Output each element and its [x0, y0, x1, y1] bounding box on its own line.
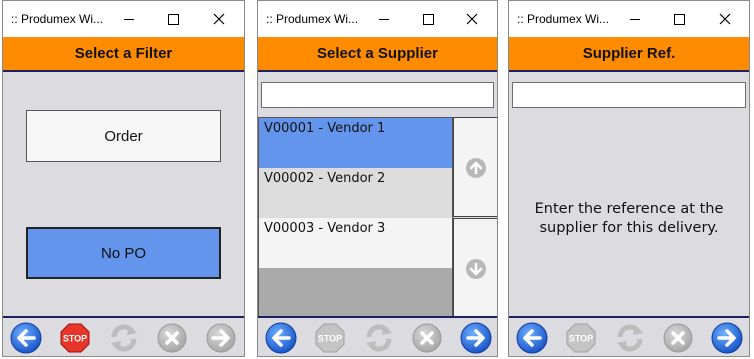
screen-title: Supplier Ref.	[582, 45, 676, 62]
stop-button[interactable]: STOP	[58, 321, 92, 355]
maximize-button[interactable]	[669, 9, 689, 29]
close-button[interactable]	[715, 9, 735, 29]
back-button[interactable]	[264, 321, 298, 355]
window-select-filter: :: Produmex Wi... Select a Filter Order …	[2, 0, 245, 357]
forward-button[interactable]	[459, 321, 493, 355]
svg-text:STOP: STOP	[318, 334, 342, 344]
stop-icon: STOP	[315, 323, 345, 353]
scroll-down-button[interactable]	[453, 218, 497, 318]
window-supplier-ref: :: Produmex Wi... Supplier Ref. Enter th…	[508, 0, 750, 357]
cancel-button[interactable]	[410, 321, 444, 355]
forward-button[interactable]	[710, 321, 744, 355]
refresh-button[interactable]	[362, 321, 396, 355]
refresh-icon	[617, 324, 643, 352]
back-button[interactable]	[515, 321, 549, 355]
bottom-toolbar: STOP	[509, 316, 749, 356]
filter-panel: Order No PO	[3, 72, 244, 316]
back-arrow-icon	[516, 322, 548, 354]
back-button[interactable]	[9, 321, 43, 355]
bottom-toolbar: STOP	[3, 316, 244, 356]
instruction-text: Enter the reference at the supplier for …	[534, 201, 724, 236]
cancel-button[interactable]	[155, 321, 189, 355]
screen-title: Select a Supplier	[317, 45, 438, 62]
window-title: :: Produmex Wi...	[266, 12, 359, 26]
refresh-button[interactable]	[107, 321, 141, 355]
stop-icon: STOP	[566, 323, 596, 353]
svg-text:STOP: STOP	[63, 334, 87, 344]
list-item[interactable]: V00003 - Vendor 3	[259, 218, 452, 268]
close-icon	[719, 13, 731, 25]
screen-header: Select a Filter	[3, 37, 244, 72]
cancel-icon	[157, 323, 187, 353]
refresh-button[interactable]	[613, 321, 647, 355]
list-item[interactable]: V00001 - Vendor 1	[259, 118, 452, 168]
reference-panel: Enter the reference at the supplier for …	[509, 72, 749, 316]
forward-arrow-icon	[711, 322, 743, 354]
cancel-button[interactable]	[661, 321, 695, 355]
back-arrow-icon	[10, 322, 42, 354]
chevron-up-icon	[466, 158, 486, 178]
close-icon	[213, 13, 225, 25]
supplier-list: V00001 - Vendor 1 V00002 - Vendor 2 V000…	[258, 117, 453, 318]
close-button[interactable]	[462, 9, 482, 29]
title-bar: :: Produmex Wi...	[509, 1, 749, 37]
back-arrow-icon	[265, 322, 297, 354]
stop-icon: STOP	[60, 323, 90, 353]
no-po-filter-button[interactable]: No PO	[26, 227, 221, 279]
forward-arrow-icon	[206, 323, 236, 353]
bottom-toolbar: STOP	[258, 316, 497, 356]
stop-button[interactable]: STOP	[313, 321, 347, 355]
stop-button[interactable]: STOP	[564, 321, 598, 355]
title-bar: :: Produmex Wi...	[3, 1, 244, 37]
supplier-reference-input[interactable]	[512, 82, 746, 108]
minimize-button[interactable]	[119, 9, 139, 29]
screen-header: Supplier Ref.	[509, 37, 749, 72]
minimize-button[interactable]	[625, 9, 645, 29]
title-bar: :: Produmex Wi...	[258, 1, 497, 37]
screen-header: Select a Supplier	[258, 37, 497, 72]
window-title: :: Produmex Wi...	[517, 12, 610, 26]
close-icon	[466, 13, 478, 25]
list-item[interactable]: V00002 - Vendor 2	[259, 168, 452, 218]
supplier-panel: V00001 - Vendor 1 V00002 - Vendor 2 V000…	[258, 72, 497, 318]
order-filter-button[interactable]: Order	[26, 110, 221, 162]
cancel-icon	[412, 323, 442, 353]
svg-text:STOP: STOP	[569, 334, 593, 344]
refresh-icon	[111, 324, 137, 352]
forward-button[interactable]	[204, 321, 238, 355]
window-title: :: Produmex Wi...	[11, 12, 104, 26]
maximize-button[interactable]	[418, 9, 438, 29]
minimize-button[interactable]	[374, 9, 394, 29]
screen-title: Select a Filter	[74, 45, 173, 62]
supplier-search-input[interactable]	[261, 82, 494, 108]
scroll-up-button[interactable]	[453, 117, 497, 217]
chevron-down-icon	[466, 259, 486, 279]
refresh-icon	[366, 324, 392, 352]
cancel-icon	[663, 323, 693, 353]
window-select-supplier: :: Produmex Wi... Select a Supplier V000…	[257, 0, 498, 357]
close-button[interactable]	[209, 9, 229, 29]
forward-arrow-icon	[460, 322, 492, 354]
maximize-button[interactable]	[163, 9, 183, 29]
